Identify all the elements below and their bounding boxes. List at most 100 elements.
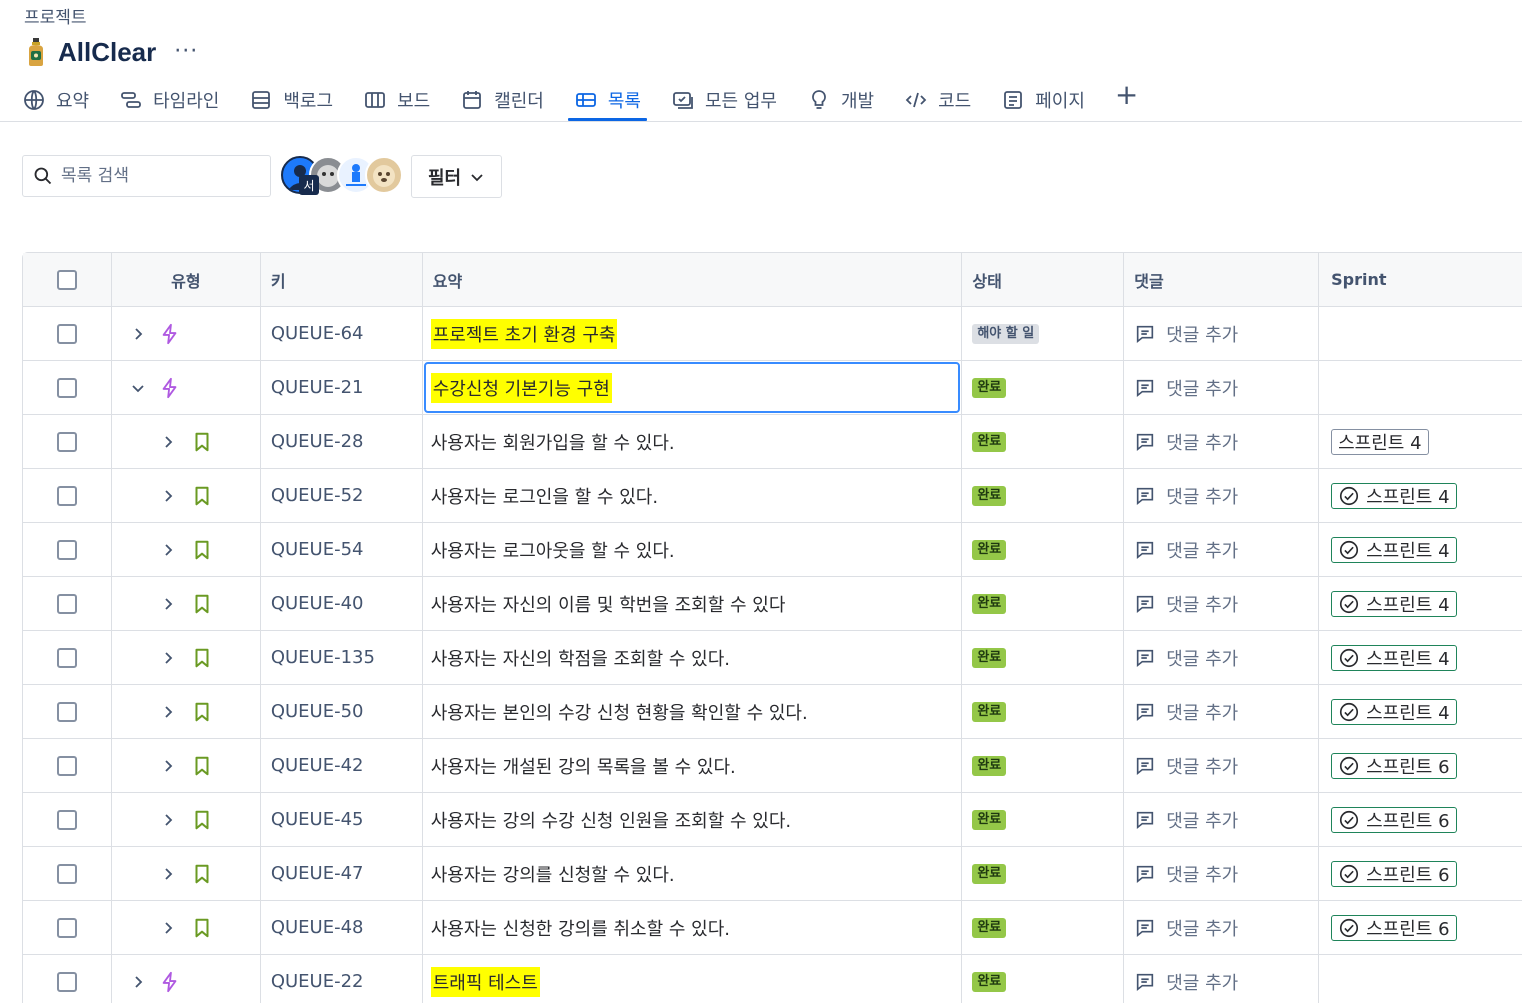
comment-cell[interactable]: 댓글 추가	[1124, 361, 1320, 414]
story-icon[interactable]	[191, 523, 213, 576]
comment-cell[interactable]: 댓글 추가	[1124, 577, 1320, 630]
issue-summary-cell[interactable]: 사용자는 자신의 이름 및 학번을 조회할 수 있다	[423, 577, 963, 630]
sprint-tag[interactable]: 스프린트 6	[1331, 914, 1457, 941]
add-comment-button[interactable]: 댓글 추가	[1134, 645, 1238, 671]
more-actions-icon[interactable]: ···	[174, 41, 198, 63]
table-row[interactable]: QUEUE-28 사용자는 회원가입을 할 수 있다. 완료 댓글 추가 스프린트 4	[23, 415, 1522, 469]
status-badge[interactable]: 완료	[972, 701, 1007, 722]
add-comment-button[interactable]: 댓글 추가	[1134, 915, 1238, 941]
issue-key[interactable]: QUEUE-54	[261, 523, 423, 576]
issue-key[interactable]: QUEUE-42	[261, 739, 423, 792]
status-cell[interactable]: 완료	[962, 901, 1125, 954]
chevron-right-icon[interactable]	[160, 631, 176, 684]
chevron-right-icon[interactable]	[160, 685, 176, 738]
issue-key[interactable]: QUEUE-52	[261, 469, 423, 522]
story-icon[interactable]	[191, 793, 213, 846]
status-cell[interactable]: 완료	[962, 793, 1125, 846]
issue-summary-cell[interactable]: 사용자는 본인의 수강 신청 현황을 확인할 수 있다.	[423, 685, 963, 738]
status-cell[interactable]: 완료	[962, 739, 1125, 792]
comment-cell[interactable]: 댓글 추가	[1124, 469, 1320, 522]
sprint-cell[interactable]: 스프린트 6	[1319, 739, 1522, 792]
column-header-key[interactable]: 키	[261, 253, 423, 306]
row-checkbox[interactable]	[56, 971, 77, 992]
add-comment-button[interactable]: 댓글 추가	[1134, 321, 1238, 347]
issue-summary-cell[interactable]: 프로젝트 초기 환경 구축	[423, 307, 963, 360]
status-badge[interactable]: 완료	[972, 755, 1007, 776]
status-badge[interactable]: 완료	[972, 593, 1007, 614]
sprint-cell[interactable]: 스프린트 4	[1319, 631, 1522, 684]
comment-cell[interactable]: 댓글 추가	[1124, 415, 1320, 468]
story-icon[interactable]	[191, 739, 213, 792]
sprint-tag[interactable]: 스프린트 6	[1331, 860, 1457, 887]
tab-development[interactable]: 개발	[807, 82, 874, 118]
tab-all-work[interactable]: 모든 업무	[671, 82, 777, 118]
add-comment-button[interactable]: 댓글 추가	[1134, 483, 1238, 509]
column-header-type[interactable]: 유형	[112, 253, 261, 306]
sprint-tag[interactable]: 스프린트 4	[1331, 644, 1457, 671]
chevron-right-icon[interactable]	[160, 469, 176, 522]
table-row[interactable]: QUEUE-40 사용자는 자신의 이름 및 학번을 조회할 수 있다 완료 댓글 추…	[23, 577, 1522, 631]
sprint-cell[interactable]: 스프린트 4	[1319, 577, 1522, 630]
chevron-right-icon[interactable]	[160, 415, 176, 468]
status-badge[interactable]: 완료	[972, 917, 1007, 938]
chevron-right-icon[interactable]	[160, 577, 176, 630]
issue-key[interactable]: QUEUE-64	[261, 307, 423, 360]
sprint-cell[interactable]: 스프린트 6	[1319, 901, 1522, 954]
comment-cell[interactable]: 댓글 추가	[1124, 307, 1320, 360]
row-checkbox[interactable]	[56, 647, 77, 668]
issue-key[interactable]: QUEUE-135	[261, 631, 423, 684]
status-badge[interactable]: 완료	[972, 647, 1007, 668]
epic-icon[interactable]	[159, 955, 181, 1003]
sprint-cell[interactable]: 스프린트 4	[1319, 523, 1522, 576]
breadcrumb[interactable]: 프로젝트	[24, 3, 87, 28]
sprint-tag[interactable]: 스프린트 4	[1331, 590, 1457, 617]
issue-summary-cell[interactable]: 사용자는 회원가입을 할 수 있다.	[423, 415, 963, 468]
add-comment-button[interactable]: 댓글 추가	[1134, 861, 1238, 887]
row-checkbox[interactable]	[56, 485, 77, 506]
status-cell[interactable]: 완료	[962, 847, 1125, 900]
add-comment-button[interactable]: 댓글 추가	[1134, 591, 1238, 617]
chevron-right-icon[interactable]	[160, 523, 176, 576]
status-cell[interactable]: 완료	[962, 577, 1125, 630]
issue-key[interactable]: QUEUE-22	[261, 955, 423, 1003]
status-badge[interactable]: 완료	[972, 863, 1007, 884]
status-badge[interactable]: 해야 할 일	[972, 323, 1040, 344]
chevron-right-icon[interactable]	[160, 793, 176, 846]
tab-calendar[interactable]: 캘린더	[460, 82, 544, 118]
tab-pages[interactable]: 페이지	[1001, 82, 1085, 118]
comment-cell[interactable]: 댓글 추가	[1124, 955, 1320, 1003]
comment-cell[interactable]: 댓글 추가	[1124, 901, 1320, 954]
comment-cell[interactable]: 댓글 추가	[1124, 793, 1320, 846]
add-comment-button[interactable]: 댓글 추가	[1134, 969, 1238, 995]
list-search[interactable]	[22, 155, 271, 197]
add-comment-button[interactable]: 댓글 추가	[1134, 429, 1238, 455]
column-header-summary[interactable]: 요약	[423, 253, 963, 306]
row-checkbox[interactable]	[56, 431, 77, 452]
table-row[interactable]: QUEUE-48 사용자는 신청한 강의를 취소할 수 있다. 완료 댓글 추가 스프린…	[23, 901, 1522, 955]
tab-board[interactable]: 보드	[363, 82, 430, 118]
issue-summary-cell[interactable]: 사용자는 강의를 신청할 수 있다.	[423, 847, 963, 900]
add-comment-button[interactable]: 댓글 추가	[1134, 807, 1238, 833]
row-checkbox[interactable]	[56, 863, 77, 884]
issue-summary-cell[interactable]: 트래픽 테스트	[423, 955, 963, 1003]
comment-cell[interactable]: 댓글 추가	[1124, 631, 1320, 684]
issue-key[interactable]: QUEUE-21	[261, 361, 423, 414]
tab-list[interactable]: 목록	[567, 82, 648, 121]
status-cell[interactable]: 완료	[962, 361, 1125, 414]
row-checkbox[interactable]	[56, 701, 77, 722]
sprint-tag[interactable]: 스프린트 6	[1331, 752, 1457, 779]
issue-summary-cell[interactable]: 사용자는 로그아웃을 할 수 있다.	[423, 523, 963, 576]
sprint-cell[interactable]: 스프린트 4	[1319, 469, 1522, 522]
story-icon[interactable]	[191, 577, 213, 630]
add-comment-button[interactable]: 댓글 추가	[1134, 375, 1238, 401]
status-cell[interactable]: 완료	[962, 685, 1125, 738]
add-comment-button[interactable]: 댓글 추가	[1134, 699, 1238, 725]
row-checkbox[interactable]	[56, 539, 77, 560]
sprint-cell[interactable]: 스프린트 6	[1319, 847, 1522, 900]
add-tab-icon[interactable]: +	[1115, 81, 1138, 109]
status-cell[interactable]: 완료	[962, 523, 1125, 576]
epic-icon[interactable]	[159, 307, 181, 360]
search-input[interactable]	[61, 166, 251, 186]
table-row[interactable]: QUEUE-52 사용자는 로그인을 할 수 있다. 완료 댓글 추가 스프린트 4	[23, 469, 1522, 523]
issue-summary-cell[interactable]: 수강신청 기본기능 구현	[423, 361, 963, 414]
